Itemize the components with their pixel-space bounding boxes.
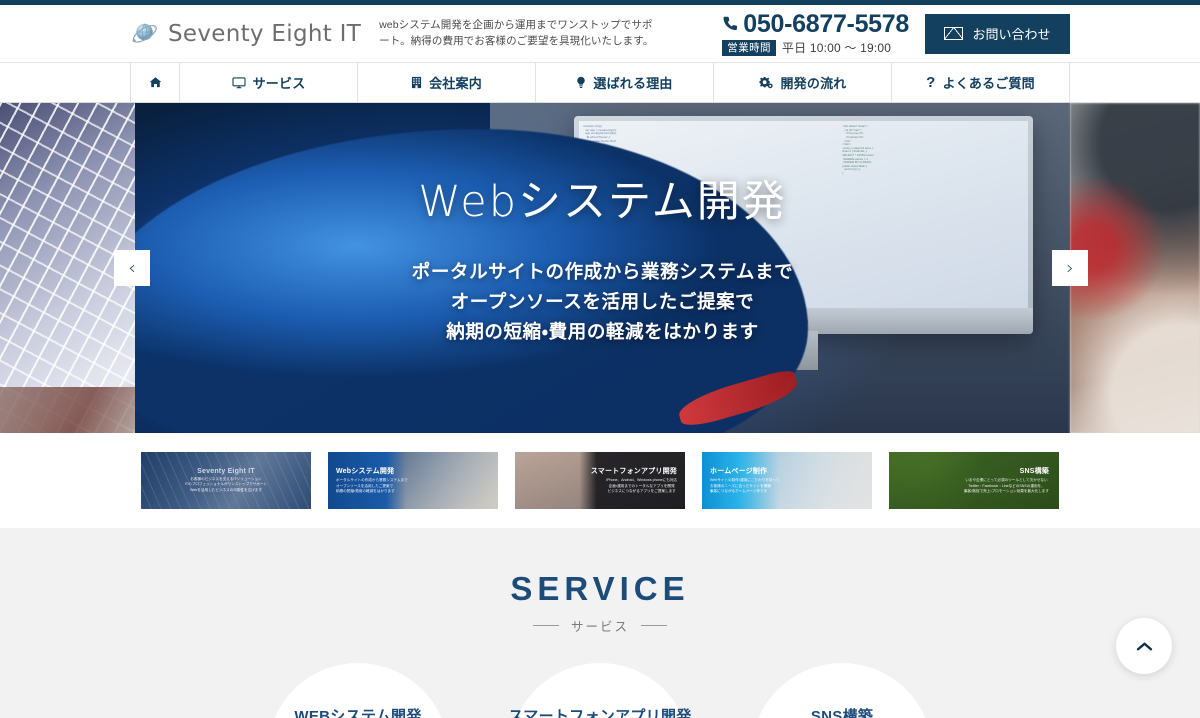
rule-right [641, 625, 667, 626]
service-section: SERVICE サービス WEBシステム開発 スマートフォンアプリ開発 SNS構… [0, 528, 1200, 718]
nav-item-faq[interactable]: ? よくあるご質問 [892, 63, 1070, 102]
home-icon [149, 76, 162, 89]
lightbulb-icon [576, 76, 586, 89]
service-card-title: スマートフォンアプリ開発 [508, 708, 692, 718]
thumbnail-desc: いまや企業にとって必須のツールとして欠かせない Twitter・Facebook… [963, 478, 1049, 494]
hero-subtitle-line-1: ポータルサイトの作成から業務システムまで [411, 260, 794, 282]
service-card-smartphone[interactable]: スマートフォンアプリ開発 [508, 663, 692, 718]
hero-thumbnail[interactable]: ホームページ制作 Webサイトの制作・運用にこだわりを持って お客様のニーズに合… [702, 452, 872, 509]
hours-badge: 営業時間 [722, 39, 776, 56]
nav-item-home[interactable] [130, 63, 180, 102]
nav-label-flow: 開発の流れ [780, 76, 847, 91]
thumbnail-title: Seventy Eight IT [197, 467, 255, 475]
thumbnail-title: Webシステム開発 [336, 468, 395, 476]
hours-text: 平日 10:00 ～ 19:00 [781, 41, 892, 56]
chevron-up-icon [1136, 635, 1153, 657]
phone-number[interactable]: 050-6877-5578 [743, 11, 909, 38]
hero-next-slide-preview[interactable] [1070, 103, 1200, 433]
hero-prev-button[interactable]: ‹ [114, 250, 150, 286]
site-header: Seventy Eight IT webシステム開発を企画から運用までワンストッ… [0, 5, 1200, 63]
rule-left [532, 625, 559, 626]
nav-label-reasons: 選ばれる理由 [593, 76, 673, 91]
service-card-title: WEBシステム開発 [294, 708, 422, 718]
nav-label-faq: よくあるご質問 [942, 76, 1035, 91]
thumbnail-desc: お客様のビジネスを支えるITソリューション ITのプロフェッショナルがワンストッ… [184, 476, 268, 492]
hero-thumbnail[interactable]: Webシステム開発 ポータルサイトの作成から業務システムまで オープンソースを活… [328, 452, 498, 509]
thumbnail-desc: ポータルサイトの作成から業務システムまで オープンソースを活用したご提案で 納期… [336, 478, 408, 494]
thumbnail-title: スマートフォンアプリ開発 [590, 468, 677, 476]
chevron-left-icon: ‹ [128, 257, 136, 279]
monitor-icon [232, 76, 246, 89]
thumbnail-desc: iPhone、Android、Windows phoneにも対応 企画・運用まで… [606, 478, 677, 494]
thumbnail-title: SNS構築 [1019, 468, 1049, 476]
site-tagline: webシステム開発を企画から運用までワンストップでサポート。納得の費用でお客様の… [379, 19, 654, 47]
nav-label-service: サービス [252, 76, 306, 91]
phone-icon [722, 15, 738, 34]
nav-item-reasons[interactable]: 選ばれる理由 [536, 63, 714, 102]
scroll-to-top-button[interactable] [1116, 618, 1172, 674]
hero-thumbnail[interactable]: スマートフォンアプリ開発 iPhone、Android、Windows phon… [515, 452, 685, 509]
gears-icon [758, 76, 774, 89]
mail-icon [944, 27, 964, 40]
nav-item-service[interactable]: サービス [180, 63, 358, 102]
hero-thumbnail-strip: Seventy Eight IT お客様のビジネスを支えるITソリューション I… [0, 433, 1200, 528]
hero-thumbnail[interactable]: Seventy Eight IT お客様のビジネスを支えるITソリューション I… [141, 452, 311, 509]
brand-name: Seventy Eight IT [168, 20, 362, 47]
hero-subtitle-line-3: 納期の短縮・費用の軽減をはかります [446, 320, 759, 342]
service-section-title: SERVICE [510, 570, 690, 607]
nav-item-flow[interactable]: 開発の流れ [714, 63, 892, 102]
thumbnail-title: ホームページ制作 [710, 468, 768, 476]
building-icon [411, 76, 422, 89]
hero-next-button[interactable]: › [1052, 250, 1088, 286]
service-section-subtitle: サービス [0, 616, 1200, 635]
hero-caption: Webシステム開発 ポータルサイトの作成から業務システムまで オープンソースを活… [135, 103, 1070, 433]
contact-button[interactable]: お問い合わせ [925, 13, 1070, 54]
contact-button-label: お問い合わせ [972, 27, 1051, 42]
nav-item-company[interactable]: 会社案内 [358, 63, 536, 102]
hero-slider: function init(){ var app = require('app'… [0, 103, 1200, 433]
main-navigation: サービス 会社案内 選ばれる理由 開発の流れ ? よくあるご質問 [0, 63, 1200, 103]
thumbnail-desc: Webサイトの制作・運用にこだわりを持って お客様のニーズに合ったサイトを構築 … [710, 478, 780, 494]
service-card-web[interactable]: WEBシステム開発 [267, 663, 449, 718]
phone-block: 050-6877-5578 営業時間 平日 10:00 ～ 19:00 [722, 11, 909, 56]
hero-thumbnail[interactable]: SNS構築 いまや企業にとって必須のツールとして欠かせない Twitter・Fa… [889, 452, 1059, 509]
brand-logo[interactable]: Seventy Eight IT [130, 19, 361, 49]
hero-current-slide: function init(){ var app = require('app'… [135, 103, 1070, 433]
service-card-title: SNS構築 [810, 708, 874, 718]
hero-title: Webシステム開発 [418, 177, 787, 228]
globe-atom-icon [130, 19, 160, 49]
hero-subtitle-line-2: オープンソースを活用したご提案で [450, 290, 755, 312]
question-icon: ? [926, 74, 936, 91]
service-card-sns[interactable]: SNS構築 [751, 663, 933, 718]
page-root: Seventy Eight IT webシステム開発を企画から運用までワンストッ… [0, 0, 1200, 718]
nav-label-company: 会社案内 [429, 76, 482, 91]
service-subtitle-text: サービス [570, 620, 629, 634]
chevron-right-icon: › [1066, 257, 1074, 279]
